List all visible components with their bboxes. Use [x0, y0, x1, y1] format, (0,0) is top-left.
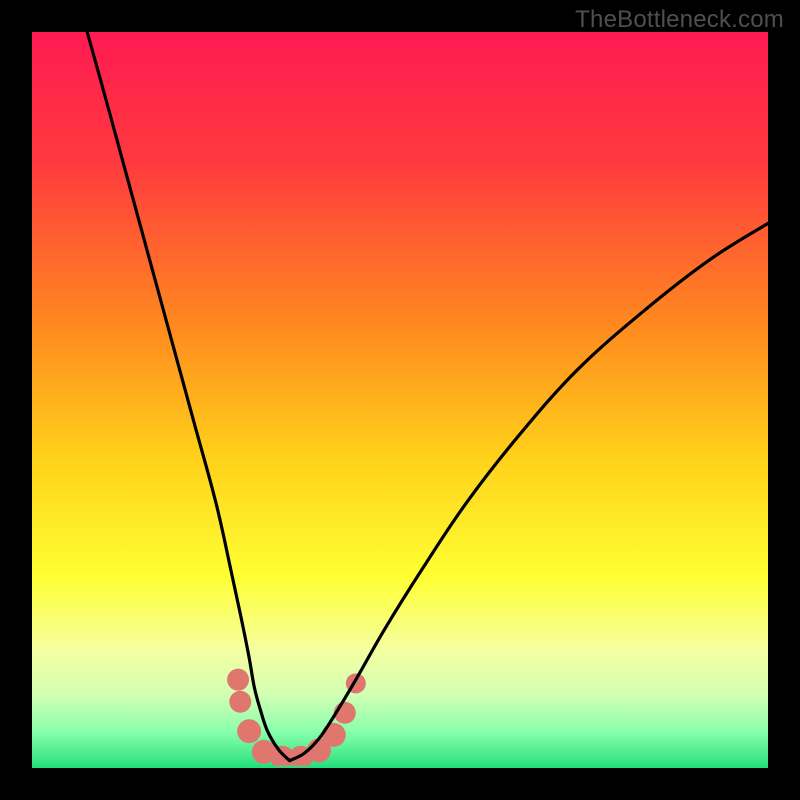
plot-svg	[32, 32, 768, 768]
plot-area	[32, 32, 768, 768]
marker-dot	[227, 669, 249, 691]
gradient-background	[32, 32, 768, 768]
watermark-text: TheBottleneck.com	[575, 6, 784, 34]
marker-dot	[229, 691, 251, 713]
marker-dot	[322, 723, 346, 747]
marker-dot	[237, 719, 261, 743]
outer-frame: TheBottleneck.com	[0, 0, 800, 800]
